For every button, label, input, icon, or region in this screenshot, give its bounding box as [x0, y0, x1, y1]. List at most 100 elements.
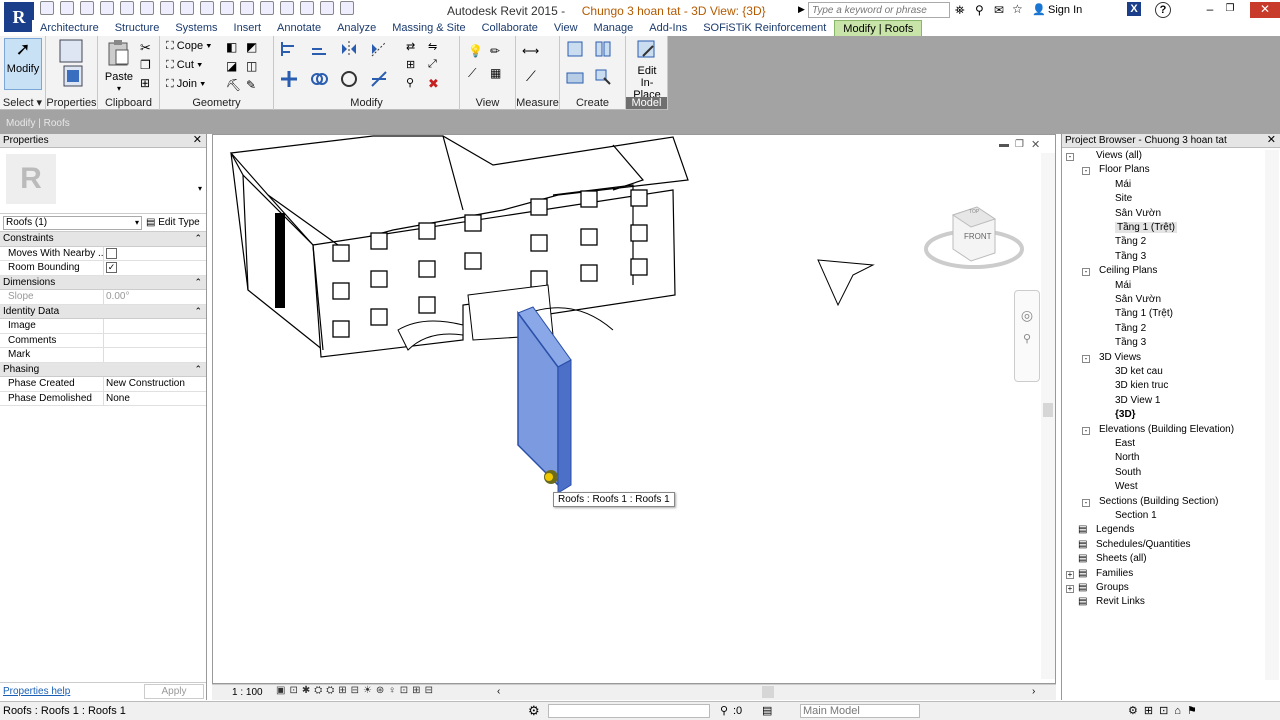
tab-modify-roofs[interactable]: Modify | Roofs [834, 20, 923, 36]
offset-icon[interactable] [310, 40, 328, 58]
view-close-icon[interactable]: ✕ [1031, 138, 1040, 151]
view-control-icons[interactable]: ▣⊡✱⛭⛭⊞⊟☀⊛♀⊡⊞⊟ [276, 685, 437, 696]
dimension-aligned-icon[interactable]: ⟋ [526, 68, 544, 86]
browser-item[interactable]: Schedules/Quantities [1096, 539, 1191, 550]
create-parts-icon[interactable] [594, 40, 612, 58]
cut-geometry-button[interactable]: ⛶ Cut ▾ [166, 59, 202, 72]
tab-collaborate[interactable]: Collaborate [474, 20, 546, 36]
help-icon[interactable]: ? [1155, 2, 1171, 18]
browser-item[interactable]: Groups [1096, 582, 1129, 593]
browser-item[interactable]: North [1115, 452, 1139, 463]
tab-insert[interactable]: Insert [226, 20, 270, 36]
scroll-left-icon[interactable]: ‹ [497, 686, 500, 697]
tab-architecture[interactable]: Architecture [32, 20, 107, 36]
subscription-icon[interactable]: ⚲ [975, 3, 984, 17]
steering-wheel-icon[interactable]: ◎ [1015, 307, 1039, 324]
browser-item[interactable]: Views (all) [1096, 150, 1142, 161]
favorites-icon[interactable]: ☆ [1012, 2, 1023, 16]
linework-view-icon[interactable]: ⟋ [468, 66, 486, 84]
binoculars-icon[interactable]: ⛯ [955, 3, 965, 18]
apply-button[interactable]: Apply [144, 684, 204, 699]
demolish-icon[interactable]: ⛏ [226, 78, 244, 96]
pin-icon[interactable]: ⚲ [406, 76, 424, 94]
room-bounding-checkbox[interactable]: ✓ [106, 262, 117, 273]
browser-item[interactable]: Tầng 3 [1115, 251, 1146, 262]
align-icon[interactable] [280, 40, 298, 58]
panel-select-label[interactable]: Select ▾ [0, 96, 45, 109]
browser-item[interactable]: Tầng 1 (Trệt) [1115, 308, 1173, 319]
create-assembly-icon[interactable] [566, 40, 584, 58]
browser-item[interactable]: Tầng 2 [1115, 323, 1146, 334]
wall-joins-icon[interactable]: ◧ [226, 40, 244, 58]
communication-icon[interactable]: ✉ [994, 3, 1004, 17]
browser-item[interactable]: 3D View 1 [1115, 395, 1160, 406]
property-value[interactable]: New Construction [106, 378, 185, 389]
mirror-draw-axis-icon[interactable] [370, 40, 388, 58]
application-menu-button[interactable]: R [4, 2, 34, 32]
expand-toggle-icon[interactable]: - [1082, 498, 1090, 507]
exchange-apps-icon[interactable]: X [1127, 2, 1141, 16]
create-group-icon[interactable] [566, 68, 584, 86]
view-minimize-icon[interactable]: ▬ [999, 139, 1009, 150]
redo-icon[interactable] [140, 1, 154, 15]
browser-item[interactable]: South [1115, 467, 1141, 478]
horizontal-scroll-thumb[interactable] [762, 686, 774, 698]
3d-view-icon[interactable] [260, 1, 274, 15]
browser-item[interactable]: Section 1 [1115, 510, 1157, 521]
selected-roof[interactable] [517, 306, 572, 494]
property-value[interactable]: None [106, 393, 130, 404]
category-constraints[interactable]: Constraints ⌃ [0, 232, 206, 247]
create-similar-icon[interactable] [594, 68, 612, 86]
browser-item[interactable]: 3D Views [1099, 352, 1141, 363]
viewcube[interactable]: FRONT TOP [919, 197, 1029, 277]
category-dimensions[interactable]: Dimensions ⌃ [0, 275, 206, 290]
user-icon[interactable]: 👤 [1032, 3, 1046, 16]
browser-item[interactable]: Elevations (Building Elevation) [1099, 424, 1234, 435]
edit-in-place-button[interactable]: Edit In-Place [628, 38, 666, 101]
browser-item[interactable]: West [1115, 481, 1138, 492]
browser-item[interactable]: Families [1096, 568, 1133, 579]
expand-toggle-icon[interactable]: + [1066, 585, 1074, 593]
browser-item[interactable]: 3D kien truc [1115, 380, 1168, 391]
edit-type-button[interactable]: ▤ Edit Type [146, 217, 200, 228]
browser-item[interactable]: {3D} [1115, 409, 1136, 420]
tab-sofistik-reinforcement[interactable]: SOFiSTiK Reinforcement [695, 20, 834, 36]
tab-structure[interactable]: Structure [107, 20, 168, 36]
tab-systems[interactable]: Systems [167, 20, 225, 36]
cut-icon[interactable]: ✂ [140, 40, 158, 58]
browser-item[interactable]: Site [1115, 193, 1132, 204]
tag-icon[interactable] [220, 1, 234, 15]
browser-scrollbar[interactable] [1265, 150, 1279, 680]
tab-add-ins[interactable]: Add-Ins [641, 20, 695, 36]
scale-icon[interactable]: ⤢ [428, 58, 446, 76]
moves-with-nearby-checkbox[interactable] [106, 247, 117, 259]
cope-button[interactable]: ⛶ Cope ▾ [166, 40, 212, 53]
expand-toggle-icon[interactable]: - [1082, 167, 1090, 176]
design-options-icon[interactable]: ▤ [762, 704, 772, 717]
expand-toggle-icon[interactable]: - [1066, 153, 1074, 161]
split-face-icon[interactable]: ◩ [246, 40, 264, 58]
search-expand-icon[interactable]: ▶ [798, 4, 805, 15]
category-phasing[interactable]: Phasing ⌃ [0, 362, 206, 377]
array-icon[interactable]: ⊞ [406, 58, 424, 76]
split-gap-icon[interactable]: ⇋ [428, 40, 446, 58]
vertical-scroll-thumb[interactable] [1043, 403, 1053, 417]
new-icon[interactable] [40, 1, 54, 15]
collapse-icon[interactable]: ⌃ [194, 276, 202, 289]
modify-button[interactable]: ➚ Modify [4, 38, 42, 90]
browser-item[interactable]: Mái [1115, 179, 1131, 190]
trim-extend-icon[interactable] [370, 70, 388, 88]
paste-button[interactable]: Paste ▾ [102, 38, 136, 93]
sync-icon[interactable] [100, 1, 114, 15]
copy-icon[interactable]: ❐ [140, 58, 158, 76]
vertical-scrollbar[interactable] [1041, 153, 1055, 679]
expand-toggle-icon[interactable]: - [1082, 268, 1090, 277]
maximize-button[interactable]: ❐ [1220, 2, 1240, 18]
browser-item[interactable]: Sections (Building Section) [1099, 496, 1219, 507]
search-input[interactable]: Type a keyword or phrase [808, 2, 950, 18]
close-properties-icon[interactable]: ✕ [193, 134, 202, 147]
remove-paint-icon[interactable]: ◫ [246, 59, 264, 77]
tab-view[interactable]: View [546, 20, 586, 36]
move-icon[interactable] [280, 70, 298, 88]
undo-icon[interactable] [120, 1, 134, 15]
